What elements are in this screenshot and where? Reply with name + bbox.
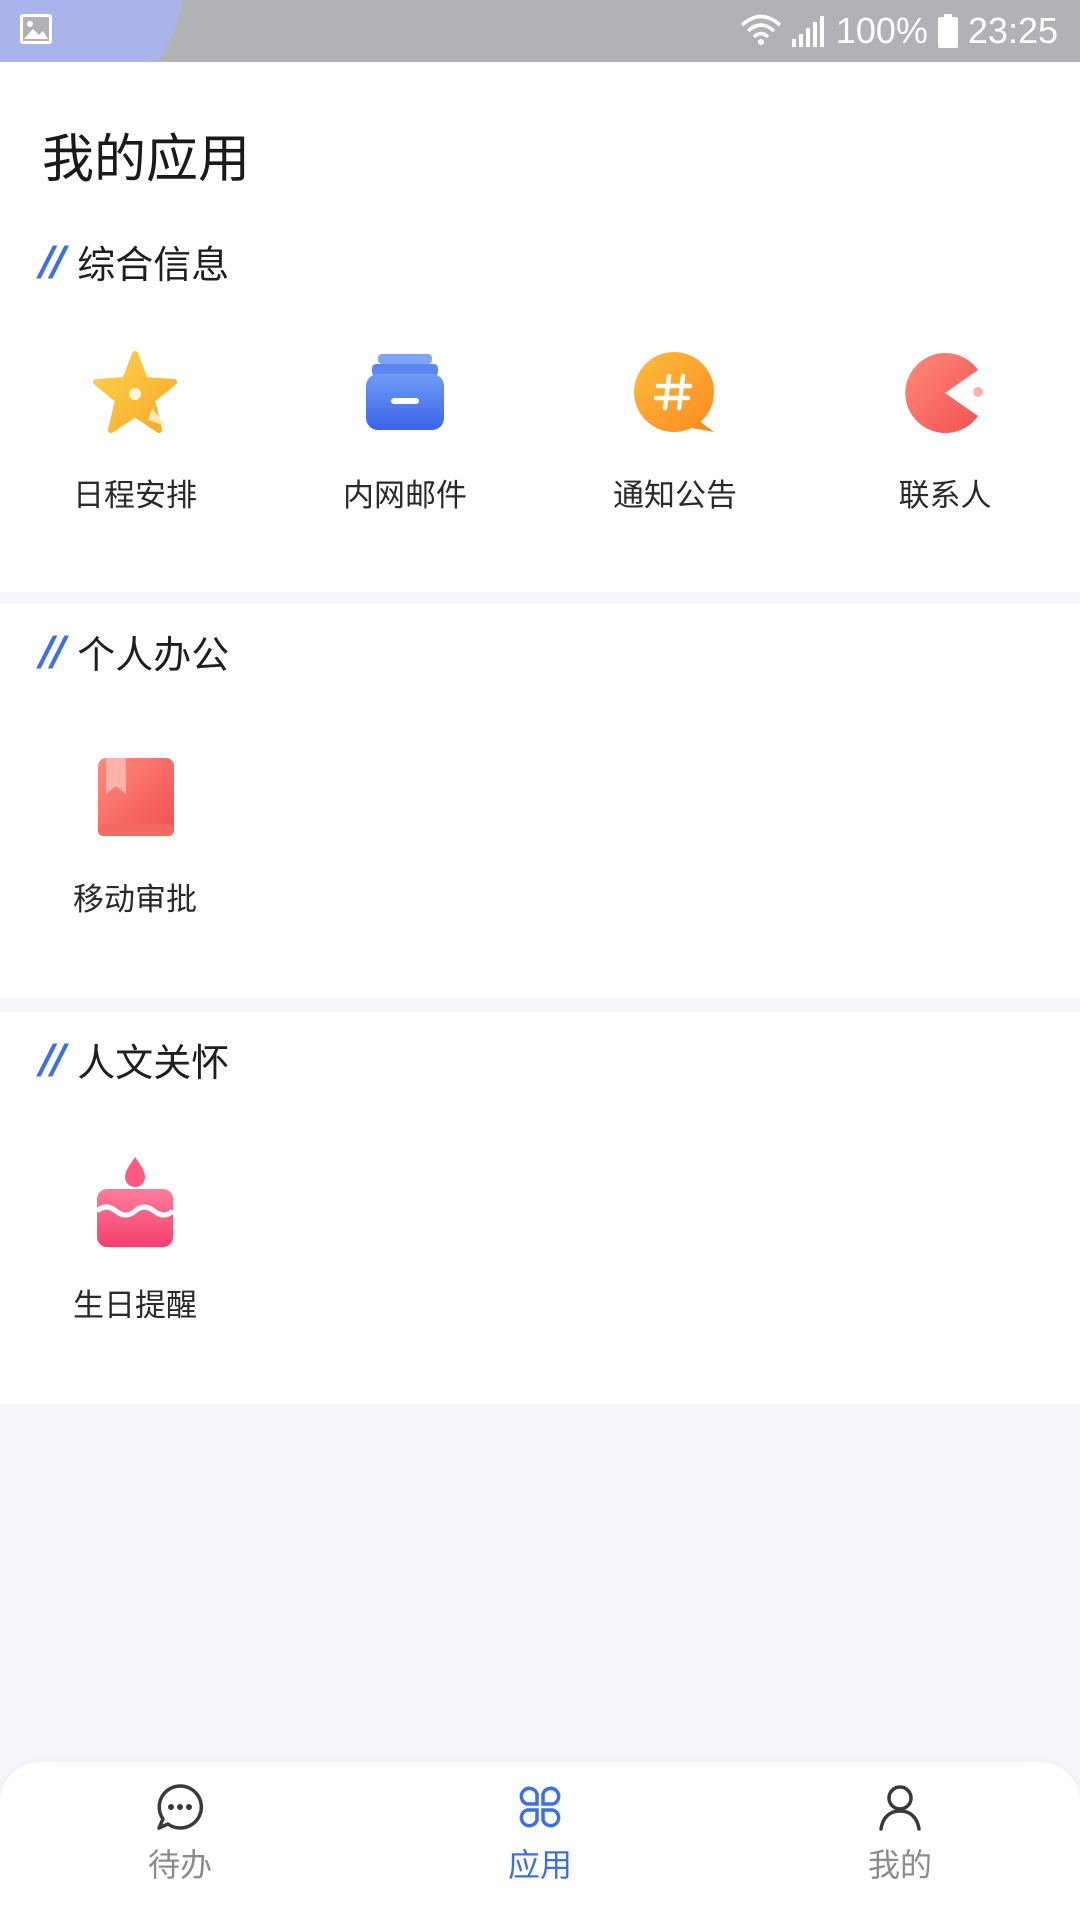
section-title: // 个人办公 xyxy=(40,624,229,679)
book-icon xyxy=(90,752,180,842)
section-title-text: 人文关怀 xyxy=(77,1041,230,1085)
mail-tray-icon xyxy=(360,348,450,438)
contact-icon xyxy=(900,348,990,438)
status-right: 100% 23:25 xyxy=(740,8,1058,54)
status-bar: 100% 23:25 xyxy=(0,0,1080,62)
section-marker-icon: // xyxy=(40,628,66,675)
app-label: 生日提醒 xyxy=(73,1288,197,1324)
clock: 23:25 xyxy=(967,10,1058,51)
app-label: 通知公告 xyxy=(613,478,737,514)
app-contacts[interactable]: 联系人 xyxy=(810,348,1080,515)
nav-todo[interactable]: 待办 xyxy=(80,1782,280,1886)
battery-icon xyxy=(937,14,958,48)
app-label: 联系人 xyxy=(898,478,992,514)
app-label: 内网邮件 xyxy=(343,478,467,514)
app-notice[interactable]: 通知公告 xyxy=(540,348,810,515)
page-header: 我的应用 xyxy=(0,62,1080,220)
hash-bubble-icon xyxy=(630,348,720,438)
section-personal-office: // 个人办公 移动审批 xyxy=(0,604,1080,998)
wifi-icon xyxy=(740,14,782,48)
nav-apps[interactable]: 应用 xyxy=(440,1782,640,1886)
star-icon xyxy=(90,348,180,438)
app-label: 移动审批 xyxy=(73,882,197,918)
nav-label: 我的 xyxy=(867,1846,932,1884)
person-icon xyxy=(875,1782,925,1836)
cake-icon xyxy=(90,1157,180,1248)
section-title-text: 综合信息 xyxy=(77,243,230,287)
gallery-notification-icon xyxy=(20,14,52,44)
nav-label: 应用 xyxy=(507,1846,572,1884)
battery-percentage: 100% xyxy=(835,10,928,51)
page-title: 我的应用 xyxy=(42,130,251,190)
signal-icon xyxy=(791,15,826,47)
app-birthday-reminder[interactable]: 生日提醒 xyxy=(0,1157,270,1325)
section-marker-icon: // xyxy=(40,238,66,285)
section-humanistic-care: // 人文关怀 生日提醒 xyxy=(0,1012,1080,1404)
section-title: // 人文关怀 xyxy=(40,1032,229,1087)
app-schedule[interactable]: 日程安排 xyxy=(0,348,270,515)
section-general-info: // 综合信息 日程安排 内网邮件 通知公告 联系人 xyxy=(0,220,1080,592)
app-mobile-approval[interactable]: 移动审批 xyxy=(0,752,270,919)
apps-grid-icon xyxy=(515,1782,565,1836)
chat-bubble-icon xyxy=(155,1782,205,1836)
app-intranet-mail[interactable]: 内网邮件 xyxy=(270,348,540,515)
section-title-text: 个人办公 xyxy=(77,633,230,677)
nav-mine[interactable]: 我的 xyxy=(800,1782,1000,1886)
section-marker-icon: // xyxy=(40,1036,66,1083)
section-title: // 综合信息 xyxy=(40,234,229,289)
nav-label: 待办 xyxy=(147,1846,212,1884)
app-label: 日程安排 xyxy=(73,478,197,514)
bottom-nav: 待办 应用 我的 xyxy=(0,1762,1080,1920)
